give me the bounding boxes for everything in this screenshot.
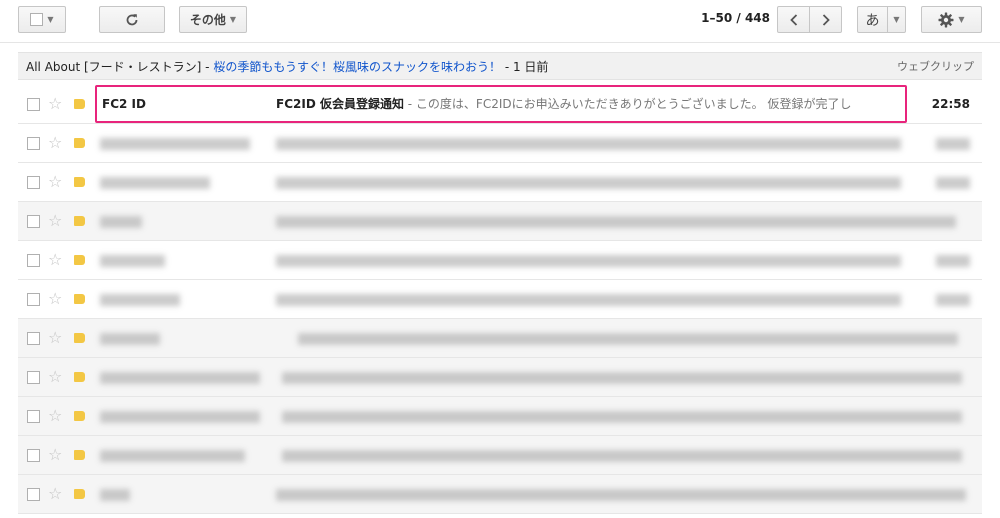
redacted-time xyxy=(936,138,970,150)
row-checkbox[interactable] xyxy=(27,449,40,462)
web-clip-label[interactable]: ウェブクリップ xyxy=(897,58,974,74)
redacted-subject xyxy=(276,216,956,228)
email-row-redacted[interactable]: ☆ xyxy=(18,241,982,280)
redacted-subject xyxy=(276,294,901,306)
redacted-subject xyxy=(276,177,901,189)
redacted-time xyxy=(936,177,970,189)
newer-button[interactable] xyxy=(777,6,810,33)
toolbar: ▼ その他 ▼ 1–50 / 448 あ ▼ ▼ xyxy=(0,0,1000,40)
redacted-sender xyxy=(100,372,260,384)
star-icon[interactable]: ☆ xyxy=(48,484,62,504)
redacted-subject xyxy=(282,450,962,462)
redacted-subject xyxy=(276,489,966,501)
older-button[interactable] xyxy=(809,6,842,33)
email-row-redacted[interactable]: ☆ xyxy=(18,202,982,241)
redacted-sender xyxy=(100,255,165,267)
email-time: 22:58 xyxy=(931,97,970,111)
chevron-right-icon xyxy=(822,13,830,26)
highlight-annotation xyxy=(95,85,907,123)
star-icon[interactable]: ☆ xyxy=(48,328,62,348)
chevron-down-icon: ▼ xyxy=(47,15,54,24)
importance-marker-icon[interactable] xyxy=(74,333,85,343)
email-row-redacted[interactable]: ☆ xyxy=(18,163,982,202)
row-checkbox[interactable] xyxy=(27,254,40,267)
star-icon[interactable]: ☆ xyxy=(48,133,62,153)
redacted-sender xyxy=(100,294,180,306)
importance-marker-icon[interactable] xyxy=(74,489,85,499)
row-checkbox[interactable] xyxy=(27,293,40,306)
redacted-subject xyxy=(276,255,901,267)
redacted-subject xyxy=(282,372,962,384)
redacted-time xyxy=(936,255,970,267)
star-icon[interactable]: ☆ xyxy=(48,445,62,465)
select-checkbox-icon[interactable] xyxy=(30,13,44,26)
redacted-time xyxy=(936,294,970,306)
settings-button[interactable]: ▼ xyxy=(921,6,982,33)
importance-marker-icon[interactable] xyxy=(74,411,85,421)
row-checkbox[interactable] xyxy=(27,371,40,384)
row-checkbox[interactable] xyxy=(27,488,40,501)
redacted-sender xyxy=(100,333,160,345)
star-icon[interactable]: ☆ xyxy=(48,367,62,387)
refresh-icon xyxy=(126,13,138,25)
web-clip-link[interactable]: 桜の季節ももうすぐ！桜風味のスナックを味わおう！ xyxy=(213,58,501,75)
email-row-redacted[interactable]: ☆ xyxy=(18,475,982,514)
select-all-button[interactable]: ▼ xyxy=(18,6,66,33)
row-checkbox[interactable] xyxy=(27,98,40,111)
redacted-sender xyxy=(100,411,260,423)
email-row-redacted[interactable]: ☆ xyxy=(18,397,982,436)
chevron-down-icon: ▼ xyxy=(229,15,237,24)
email-row-redacted[interactable]: ☆ xyxy=(18,358,982,397)
row-checkbox[interactable] xyxy=(27,176,40,189)
row-checkbox[interactable] xyxy=(27,410,40,423)
importance-marker-icon[interactable] xyxy=(74,450,85,460)
redacted-sender xyxy=(100,489,130,501)
email-row-redacted[interactable]: ☆ xyxy=(18,124,982,163)
redacted-sender xyxy=(100,450,245,462)
web-clip-bar: All About [フード・レストラン] - 桜の季節ももうすぐ！桜風味のスナ… xyxy=(18,52,982,80)
input-tool-button[interactable]: あ xyxy=(857,6,888,33)
chevron-down-icon: ▼ xyxy=(958,15,965,24)
pager-count: 1–50 / 448 xyxy=(701,11,770,25)
email-row-redacted[interactable]: ☆ xyxy=(18,280,982,319)
star-icon[interactable]: ☆ xyxy=(48,406,62,426)
redacted-sender xyxy=(100,138,250,150)
email-row-redacted[interactable]: ☆ xyxy=(18,319,982,358)
importance-marker-icon[interactable] xyxy=(74,138,85,148)
redacted-subject xyxy=(276,138,901,150)
row-checkbox[interactable] xyxy=(27,332,40,345)
importance-marker-icon[interactable] xyxy=(74,255,85,265)
star-icon[interactable]: ☆ xyxy=(48,211,62,231)
more-button[interactable]: その他 ▼ xyxy=(179,6,247,33)
web-clip-age: - 1 日前 xyxy=(504,59,549,74)
email-list: ☆ FC2 ID FC2ID 仮会員登録通知 - この度は、FC2IDにお申込み… xyxy=(18,85,982,514)
star-icon[interactable]: ☆ xyxy=(48,94,62,114)
importance-marker-icon[interactable] xyxy=(74,99,85,109)
toolbar-divider xyxy=(0,42,1000,43)
importance-marker-icon[interactable] xyxy=(74,294,85,304)
row-checkbox[interactable] xyxy=(27,137,40,150)
importance-marker-icon[interactable] xyxy=(74,216,85,226)
redacted-sender xyxy=(100,216,142,228)
chevron-down-icon: ▼ xyxy=(893,15,900,24)
importance-marker-icon[interactable] xyxy=(74,177,85,187)
star-icon[interactable]: ☆ xyxy=(48,172,62,192)
redacted-sender xyxy=(100,177,210,189)
input-tool-label: あ xyxy=(865,12,880,29)
refresh-button[interactable] xyxy=(99,6,165,33)
star-icon[interactable]: ☆ xyxy=(48,250,62,270)
gear-icon xyxy=(938,12,954,27)
email-row-redacted[interactable]: ☆ xyxy=(18,436,982,475)
web-clip-source: All About [フード・レストラン] - xyxy=(26,59,210,74)
star-icon[interactable]: ☆ xyxy=(48,289,62,309)
redacted-subject xyxy=(282,411,962,423)
row-checkbox[interactable] xyxy=(27,215,40,228)
more-label: その他 xyxy=(189,13,226,27)
importance-marker-icon[interactable] xyxy=(74,372,85,382)
chevron-left-icon xyxy=(789,13,797,26)
input-tool-menu-button[interactable]: ▼ xyxy=(887,6,906,33)
redacted-subject xyxy=(298,333,958,345)
